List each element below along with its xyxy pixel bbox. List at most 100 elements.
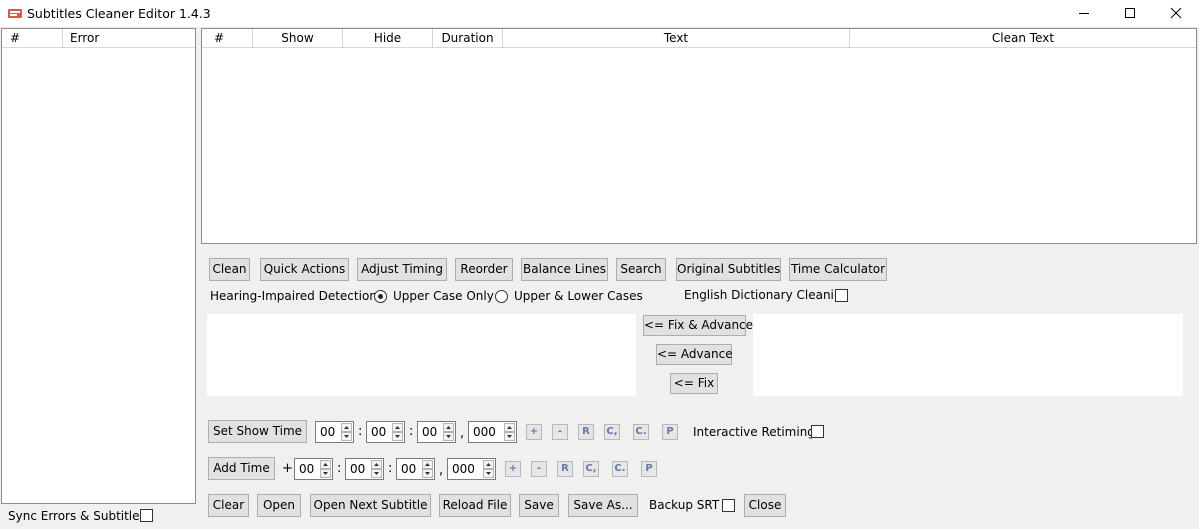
search-button[interactable]: Search	[616, 258, 666, 281]
show-minutes-value: 00	[371, 425, 387, 439]
close-window-button[interactable]	[1153, 0, 1199, 28]
upper-lower-cases-label[interactable]: Upper & Lower Cases	[514, 288, 643, 304]
advance-button[interactable]: <= Advance	[656, 344, 733, 365]
open-button[interactable]: Open	[257, 494, 301, 517]
app-icon	[8, 7, 22, 19]
spin-down-icon[interactable]	[443, 432, 454, 441]
clean-text-box[interactable]	[753, 314, 1183, 396]
adjust-timing-button[interactable]: Adjust Timing	[357, 258, 447, 281]
subtitles-table[interactable]: # Show Hide Duration Text Clean Text	[201, 28, 1197, 244]
show-colon-2: :	[409, 424, 414, 439]
spin-down-icon[interactable]	[483, 469, 494, 478]
title-bar: Subtitles Cleaner Editor 1.4.3	[0, 0, 1199, 28]
spin-up-icon[interactable]	[422, 460, 433, 469]
fix-and-advance-button[interactable]: <= Fix & Advance	[643, 315, 753, 336]
col-hide[interactable]: Hide	[343, 29, 433, 47]
close-icon	[1170, 7, 1182, 22]
maximize-button[interactable]	[1107, 0, 1153, 28]
close-button[interactable]: Close	[744, 494, 786, 517]
spin-up-icon[interactable]	[392, 423, 403, 432]
show-copy-dot-button[interactable]: C.	[633, 424, 649, 440]
show-milliseconds-value: 000	[473, 425, 496, 439]
add-time-button[interactable]: Add Time	[208, 457, 275, 480]
add-comma: ,	[439, 463, 444, 478]
save-as-button[interactable]: Save As...	[568, 494, 638, 517]
minimize-icon	[1078, 7, 1090, 22]
add-time-sign: +	[282, 461, 293, 476]
show-milliseconds-spinner[interactable]: 000	[468, 421, 517, 443]
show-minutes-spinner[interactable]: 00	[366, 421, 405, 443]
show-copy-comma-button[interactable]: C,	[604, 424, 620, 440]
add-minus-button[interactable]: -	[531, 461, 547, 477]
add-minutes-spinner[interactable]: 00	[345, 458, 384, 480]
show-paste-button[interactable]: P	[662, 424, 678, 440]
col-text[interactable]: Text	[503, 29, 850, 47]
upper-case-only-label[interactable]: Upper Case Only	[393, 288, 494, 304]
sync-errors-subtitles-label: Sync Errors & Subtitles	[8, 509, 146, 523]
english-dictionary-checkbox[interactable]	[835, 289, 848, 302]
save-button[interactable]: Save	[519, 494, 559, 517]
upper-case-only-radio[interactable]	[374, 290, 387, 303]
add-paste-button[interactable]: P	[641, 461, 657, 477]
original-subtitles-button[interactable]: Original Subtitles	[676, 258, 781, 281]
spin-up-icon[interactable]	[320, 460, 331, 469]
spin-up-icon[interactable]	[504, 423, 515, 432]
spin-down-icon[interactable]	[371, 469, 382, 478]
add-hours-spinner[interactable]: 00	[294, 458, 333, 480]
backup-srt-checkbox[interactable]	[722, 499, 735, 512]
spin-up-icon[interactable]	[483, 460, 494, 469]
time-calculator-button[interactable]: Time Calculator	[789, 258, 887, 281]
errors-col-number[interactable]: #	[2, 29, 63, 47]
reorder-button[interactable]: Reorder	[455, 258, 513, 281]
spin-down-icon[interactable]	[320, 469, 331, 478]
clean-button[interactable]: Clean	[209, 258, 250, 281]
window-title: Subtitles Cleaner Editor 1.4.3	[27, 6, 211, 21]
add-minutes-value: 00	[350, 462, 366, 476]
add-colon-2: :	[388, 461, 393, 476]
spin-down-icon[interactable]	[341, 432, 352, 441]
interactive-retiming-checkbox[interactable]	[811, 425, 824, 438]
sync-errors-subtitles-checkbox[interactable]	[140, 509, 153, 522]
hearing-impaired-label: Hearing-Impaired Detection:	[210, 289, 381, 303]
errors-list[interactable]: # Error	[1, 28, 196, 504]
upper-lower-cases-radio[interactable]	[495, 290, 508, 303]
set-show-time-button[interactable]: Set Show Time	[208, 420, 307, 443]
add-milliseconds-spinner[interactable]: 000	[447, 458, 496, 480]
add-seconds-spinner[interactable]: 00	[396, 458, 435, 480]
open-next-subtitle-button[interactable]: Open Next Subtitle	[310, 494, 431, 517]
spin-up-icon[interactable]	[443, 423, 454, 432]
interactive-retiming-label: Interactive Retiming	[693, 425, 815, 439]
quick-actions-button[interactable]: Quick Actions	[260, 258, 349, 281]
show-seconds-spinner[interactable]: 00	[417, 421, 456, 443]
clear-button[interactable]: Clear	[208, 494, 249, 517]
show-minus-button[interactable]: -	[552, 424, 568, 440]
reload-file-button[interactable]: Reload File	[439, 494, 511, 517]
col-show[interactable]: Show	[253, 29, 343, 47]
add-copy-dot-button[interactable]: C.	[612, 461, 628, 477]
add-reset-button[interactable]: R	[557, 461, 573, 477]
spin-up-icon[interactable]	[371, 460, 382, 469]
show-hours-value: 00	[320, 425, 336, 439]
add-copy-comma-button[interactable]: C,	[583, 461, 599, 477]
spin-up-icon[interactable]	[341, 423, 352, 432]
show-hours-spinner[interactable]: 00	[315, 421, 354, 443]
show-plus-button[interactable]: +	[526, 424, 542, 440]
col-duration[interactable]: Duration	[433, 29, 503, 47]
add-hours-value: 00	[299, 462, 315, 476]
spin-down-icon[interactable]	[422, 469, 433, 478]
show-reset-button[interactable]: R	[578, 424, 594, 440]
col-clean-text[interactable]: Clean Text	[850, 29, 1196, 47]
spin-down-icon[interactable]	[504, 432, 515, 441]
fix-button[interactable]: <= Fix	[670, 373, 718, 394]
col-number[interactable]: #	[202, 29, 253, 47]
subtitles-table-header: # Show Hide Duration Text Clean Text	[202, 29, 1196, 48]
original-text-box[interactable]	[207, 314, 636, 396]
add-colon-1: :	[337, 461, 342, 476]
balance-lines-button[interactable]: Balance Lines	[521, 258, 608, 281]
minimize-button[interactable]	[1061, 0, 1107, 28]
add-plus-button[interactable]: +	[505, 461, 521, 477]
add-seconds-value: 00	[401, 462, 417, 476]
errors-col-error[interactable]: Error	[64, 29, 195, 47]
show-comma: ,	[460, 426, 465, 441]
spin-down-icon[interactable]	[392, 432, 403, 441]
